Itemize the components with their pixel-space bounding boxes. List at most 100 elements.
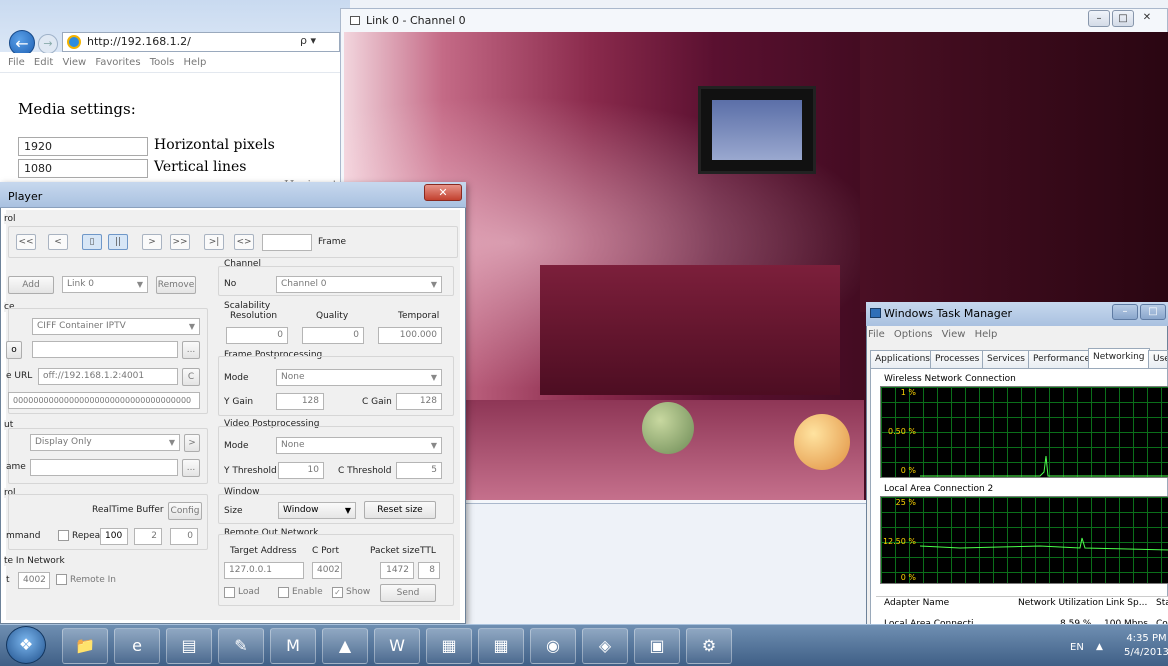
- fast-forward-button[interactable]: >>: [170, 234, 190, 250]
- explorer-icon[interactable]: 📁: [62, 628, 108, 664]
- source-path-input[interactable]: [32, 341, 178, 358]
- tab-processes[interactable]: Processes: [930, 350, 985, 368]
- browser-menu-bar[interactable]: File Edit View Favorites Tools Help: [0, 53, 350, 73]
- tray-expand-icon[interactable]: ▲: [1096, 642, 1103, 652]
- browse-button[interactable]: ...: [182, 341, 200, 359]
- app-icon[interactable]: ▦: [426, 628, 472, 664]
- hex-input[interactable]: 00000000000000000000000000000000000: [8, 392, 200, 409]
- ygain-label: Y Gain: [224, 397, 254, 407]
- video-shelf: [860, 32, 1168, 312]
- column-state[interactable]: Sta: [1156, 598, 1168, 608]
- port-input[interactable]: 4002: [18, 572, 50, 589]
- source-select[interactable]: CIFF Container IPTV ▼: [32, 318, 200, 335]
- shield-icon[interactable]: ◈: [582, 628, 628, 664]
- close-icon[interactable]: ✕: [424, 184, 462, 201]
- cgain-input[interactable]: 128: [396, 393, 442, 410]
- config-button[interactable]: Config: [168, 502, 202, 520]
- enable-checkbox[interactable]: [278, 587, 289, 598]
- link-select[interactable]: Link 0 ▼: [62, 276, 148, 293]
- name-input[interactable]: [30, 459, 178, 476]
- remote-in-label: Remote In: [70, 575, 116, 585]
- remove-button[interactable]: Remove: [156, 276, 196, 294]
- step-back-button[interactable]: <: [48, 234, 68, 250]
- frame-mode-select[interactable]: None ▼: [276, 369, 442, 386]
- frame-mode-value: None: [281, 372, 305, 382]
- channel-select-value: Channel 0: [281, 279, 327, 289]
- tab-applications[interactable]: Applications: [870, 350, 935, 368]
- folder-icon[interactable]: ▤: [166, 628, 212, 664]
- show-checkbox[interactable]: ✓: [332, 587, 343, 598]
- editor-icon[interactable]: ✎: [218, 628, 264, 664]
- ythreshold-input[interactable]: 10: [278, 462, 324, 479]
- task-manager-menu[interactable]: File Options View Help: [868, 329, 997, 340]
- packet-size-input[interactable]: 1472: [380, 562, 414, 579]
- ttl-input[interactable]: 8: [418, 562, 440, 579]
- minimize-icon[interactable]: –: [1112, 304, 1138, 320]
- frame-input[interactable]: [262, 234, 312, 251]
- source-button[interactable]: o: [6, 341, 22, 359]
- repeat-checkbox[interactable]: [58, 530, 69, 541]
- end-button[interactable]: >|: [204, 234, 224, 250]
- horizontal-pixels-input[interactable]: 1920: [18, 137, 148, 156]
- monitor-icon[interactable]: ▣: [634, 628, 680, 664]
- control-group: [8, 226, 458, 258]
- network-icon[interactable]: ◉: [530, 628, 576, 664]
- tab-performance[interactable]: Performance: [1028, 350, 1096, 368]
- send-button[interactable]: Send: [380, 584, 436, 602]
- clock[interactable]: 4:35 PM 5/4/2013: [1124, 632, 1168, 660]
- counter-input[interactable]: 2: [134, 528, 162, 545]
- maximize-icon[interactable]: □: [1112, 10, 1134, 27]
- step-forward-button[interactable]: >: [142, 234, 162, 250]
- control-group-label: rol: [4, 214, 16, 224]
- vertical-lines-input[interactable]: 1080: [18, 159, 148, 178]
- tab-networking[interactable]: Networking: [1088, 348, 1150, 368]
- repeat-input[interactable]: 100: [100, 528, 128, 545]
- column-link-speed[interactable]: Link Sp...: [1106, 598, 1147, 608]
- cport-input[interactable]: 4002: [312, 562, 342, 579]
- output-select[interactable]: Display Only ▼: [30, 434, 180, 451]
- browse-button[interactable]: ...: [182, 459, 200, 477]
- load-checkbox[interactable]: [224, 587, 235, 598]
- stop-button[interactable]: ▯: [82, 234, 102, 250]
- pause-button[interactable]: ||: [108, 234, 128, 250]
- minimize-icon[interactable]: –: [1088, 10, 1110, 27]
- column-network-utilization[interactable]: Network Utilization: [1018, 598, 1104, 608]
- word-icon[interactable]: W: [374, 628, 420, 664]
- tools-icon[interactable]: ⚙: [686, 628, 732, 664]
- url-input[interactable]: off://192.168.1.2:4001: [38, 368, 178, 385]
- calculator-icon[interactable]: ▦: [478, 628, 524, 664]
- maximize-icon[interactable]: □: [1140, 304, 1166, 320]
- size-select[interactable]: Window ▼: [278, 502, 356, 519]
- search-icon[interactable]: ρ ▾: [300, 34, 316, 47]
- target-address-input[interactable]: 127.0.0.1: [224, 562, 304, 579]
- column-adapter-name[interactable]: Adapter Name: [884, 598, 949, 608]
- rewind-fast-button[interactable]: <<: [16, 234, 36, 250]
- video-mode-select[interactable]: None ▼: [276, 437, 442, 454]
- m-app-icon[interactable]: M: [270, 628, 316, 664]
- ygain-input[interactable]: 128: [276, 393, 324, 410]
- tab-services[interactable]: Services: [982, 350, 1030, 368]
- window-icon: [350, 16, 360, 25]
- language-indicator[interactable]: EN: [1070, 642, 1084, 653]
- forward-button[interactable]: →: [38, 34, 58, 54]
- reset-size-button[interactable]: Reset size: [364, 501, 436, 519]
- close-icon[interactable]: ✕: [1136, 10, 1158, 27]
- c-button[interactable]: C: [182, 368, 200, 386]
- cthreshold-label: C Threshold: [338, 466, 392, 476]
- resolution-input[interactable]: 0: [226, 327, 288, 344]
- quality-input[interactable]: 0: [302, 327, 364, 344]
- cthreshold-input[interactable]: 5: [396, 462, 442, 479]
- loop-button[interactable]: <>: [234, 234, 254, 250]
- output-go-button[interactable]: >: [184, 434, 200, 452]
- channel-no-label: No: [224, 279, 237, 289]
- ie-icon[interactable]: e: [114, 628, 160, 664]
- pdf-icon[interactable]: ▲: [322, 628, 368, 664]
- remote-in-checkbox[interactable]: [56, 574, 67, 585]
- start-button[interactable]: ❖: [6, 626, 46, 664]
- temporal-input[interactable]: 100.000: [378, 327, 442, 344]
- channel-select[interactable]: Channel 0 ▼: [276, 276, 442, 293]
- tab-users[interactable]: User: [1148, 350, 1168, 368]
- address-bar[interactable]: http://192.168.1.2/: [62, 32, 340, 52]
- add-button[interactable]: Add: [8, 276, 54, 294]
- counter2-input[interactable]: 0: [170, 528, 198, 545]
